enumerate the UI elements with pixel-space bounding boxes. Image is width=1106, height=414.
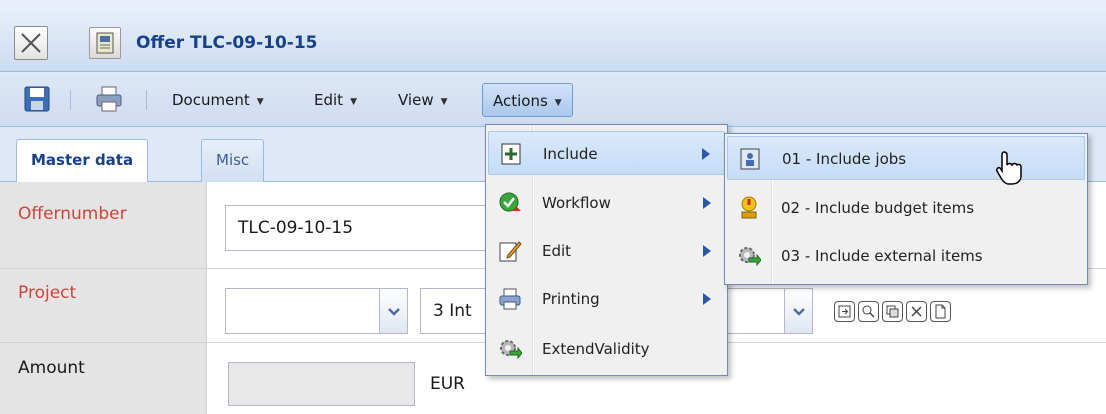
menu-edit[interactable]: Edit ▼ — [304, 83, 367, 117]
project-open-button[interactable] — [834, 301, 855, 322]
dropdown-arrow-icon: ▼ — [350, 97, 357, 107]
menu-document[interactable]: Document ▼ — [162, 83, 274, 117]
menu-item-include-label: Include — [543, 145, 598, 163]
dropdown-arrow-icon: ▼ — [256, 97, 264, 107]
include-plus-icon — [501, 143, 521, 165]
menu-item-include-jobs-label: 01 - Include jobs — [782, 150, 907, 168]
copy-icon — [886, 305, 899, 318]
gear-arrow-icon — [739, 247, 761, 267]
dropdown-arrow-icon: ▼ — [440, 97, 448, 107]
tab-misc[interactable]: Misc — [201, 139, 265, 182]
offernumber-label: Offernumber — [18, 204, 127, 224]
project-code-combo[interactable] — [225, 288, 380, 334]
menu-document-label: Document — [172, 91, 250, 109]
close-button[interactable] — [14, 26, 48, 60]
toolbar-separator — [146, 90, 147, 110]
new-document-icon — [935, 304, 946, 319]
print-icon[interactable] — [94, 84, 124, 114]
menu-item-include-jobs[interactable]: 01 - Include jobs — [727, 136, 1085, 180]
menu-view[interactable]: View ▼ — [388, 83, 458, 117]
menu-item-workflow-label: Workflow — [542, 194, 611, 212]
tab-misc-label: Misc — [216, 151, 250, 169]
project-code-trigger[interactable] — [380, 288, 408, 334]
submenu-arrow-icon — [703, 197, 711, 209]
menu-item-extendvalidity[interactable]: ExtendValidity — [488, 327, 725, 371]
document-icon — [89, 27, 121, 59]
menu-actions[interactable]: Actions ▼ — [482, 83, 573, 117]
amount-label: Amount — [18, 358, 85, 378]
menu-item-edit-label: Edit — [542, 242, 572, 260]
amount-field[interactable] — [228, 362, 415, 406]
submenu-arrow-icon — [702, 148, 710, 160]
edit-pencil-icon — [499, 241, 522, 262]
submenu-arrow-icon — [703, 293, 711, 305]
menu-item-include[interactable]: Include — [488, 131, 725, 175]
menu-item-workflow[interactable]: Workflow — [488, 181, 725, 225]
dropdown-arrow-icon: ▼ — [554, 98, 562, 108]
menu-actions-label: Actions — [493, 92, 548, 110]
project-clear-button[interactable] — [906, 301, 927, 322]
printer-icon — [499, 288, 521, 310]
project-search-button[interactable] — [858, 301, 879, 322]
window-titlebar: Offer TLC-09-10-15 — [0, 0, 1106, 72]
gear-arrow-icon — [500, 340, 522, 360]
menu-view-label: View — [398, 91, 434, 109]
chevron-down-icon — [388, 308, 400, 316]
menu-item-printing[interactable]: Printing — [488, 277, 725, 321]
clear-x-icon — [911, 306, 922, 317]
workflow-icon — [499, 192, 521, 212]
menu-item-include-budget[interactable]: 02 - Include budget items — [727, 186, 1085, 230]
menu-item-include-budget-label: 02 - Include budget items — [781, 199, 975, 217]
toolbar: Document ▼ Edit ▼ View ▼ Actions ▼ — [0, 72, 1106, 127]
menu-item-include-external[interactable]: 03 - Include external items — [727, 234, 1085, 278]
submenu-arrow-icon — [703, 245, 711, 257]
save-icon[interactable] — [22, 84, 52, 114]
window-title: Offer TLC-09-10-15 — [136, 33, 318, 53]
menu-edit-label: Edit — [314, 91, 344, 109]
budget-icon — [741, 196, 757, 219]
chevron-down-icon — [793, 308, 805, 316]
offernumber-field[interactable]: TLC-09-10-15 — [225, 205, 495, 251]
tab-master-data[interactable]: Master data — [16, 139, 149, 183]
project-label: Project — [18, 283, 77, 303]
project-name-trigger[interactable] — [785, 288, 813, 334]
open-arrow-icon — [838, 305, 851, 318]
actions-menu: Include Workflow Edit Printing ExtendVal… — [485, 124, 728, 376]
project-copy-button[interactable] — [882, 301, 903, 322]
jobs-icon — [740, 148, 760, 170]
menu-item-extendvalidity-label: ExtendValidity — [542, 340, 650, 358]
tab-master-data-label: Master data — [31, 151, 134, 169]
menu-item-printing-label: Printing — [542, 290, 600, 308]
search-icon — [862, 305, 875, 318]
toolbar-separator — [70, 90, 71, 110]
amount-unit: EUR — [430, 374, 465, 394]
project-new-button[interactable] — [930, 301, 951, 322]
menu-item-include-external-label: 03 - Include external items — [781, 247, 983, 265]
hand-cursor-icon — [996, 151, 1022, 185]
close-x-icon — [21, 33, 41, 53]
menu-item-edit[interactable]: Edit — [488, 229, 725, 273]
include-submenu: 01 - Include jobs 02 - Include budget it… — [724, 133, 1088, 285]
